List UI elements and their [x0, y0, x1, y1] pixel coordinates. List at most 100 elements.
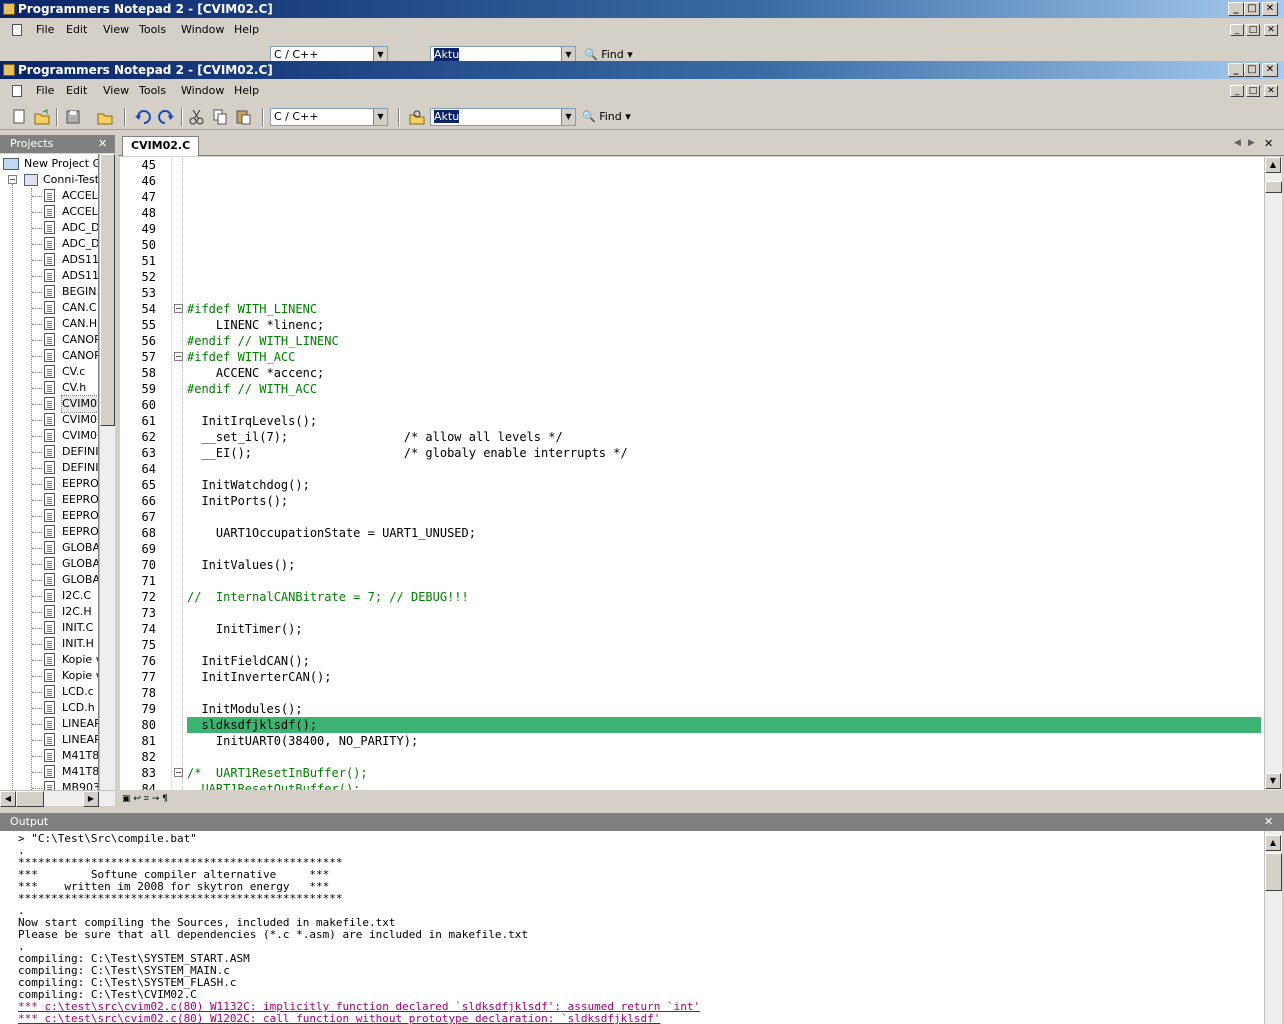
search-folder-icon[interactable]: [408, 108, 426, 126]
save-icon[interactable]: [64, 108, 82, 126]
tree-connector: [32, 484, 42, 485]
mdi-close[interactable]: ✕: [1264, 85, 1278, 97]
tree-connector: [32, 468, 42, 469]
mdi-restore[interactable]: □: [1246, 85, 1260, 97]
outer-menu-window[interactable]: Window: [177, 20, 228, 40]
output-scrollbar[interactable]: ▲: [1264, 831, 1282, 1024]
file-label: EEPROI: [62, 509, 99, 522]
minimize-button[interactable]: _: [1228, 63, 1244, 77]
line-number: 81: [141, 734, 156, 748]
menu-window[interactable]: Window: [177, 81, 228, 101]
tab-scroll-right-icon[interactable]: ▶: [1248, 138, 1255, 148]
outer-menu-edit[interactable]: Edit: [62, 20, 91, 40]
outer-scheme-combo[interactable]: C / C++ ▼: [270, 46, 388, 61]
scroll-up-icon[interactable]: ▲: [1265, 835, 1281, 851]
menu-tools[interactable]: Tools: [135, 81, 170, 101]
output-console[interactable]: > "C:\Test\Src\compile.bat". ************…: [0, 831, 1264, 1024]
maximize-button[interactable]: □: [1244, 63, 1260, 77]
file-label: ADS11x: [62, 269, 99, 282]
outer-mdi-close[interactable]: ✕: [1264, 24, 1278, 36]
document-icon: [12, 85, 22, 97]
code-line: InitInverterCAN();: [187, 670, 332, 684]
menu-help[interactable]: Help: [230, 81, 263, 101]
editor-scroll-thumb[interactable]: [1265, 181, 1282, 193]
line-number: 78: [141, 686, 156, 700]
tree-guide: [12, 184, 13, 790]
close-button[interactable]: ✕: [1262, 2, 1278, 16]
outer-mdi-minimize[interactable]: _: [1230, 24, 1244, 36]
file-label: EEPROI: [62, 477, 99, 490]
fold-toggle-icon[interactable]: −: [174, 768, 183, 777]
line-number: 63: [141, 446, 156, 460]
menu-file[interactable]: File: [32, 81, 58, 101]
line-number: 67: [141, 510, 156, 524]
projects-hscrollbar[interactable]: ◀ ▶: [0, 790, 115, 807]
outer-menu-view[interactable]: View: [99, 20, 133, 40]
scheme-combo[interactable]: C / C++ ▼: [270, 108, 388, 126]
separator: [398, 108, 400, 126]
file-label: EEPROI: [62, 525, 99, 538]
open-file-icon[interactable]: [33, 108, 51, 126]
find-button[interactable]: 🔍 Find ▾: [582, 110, 631, 123]
scroll-right-icon[interactable]: ▶: [83, 791, 99, 807]
outer-search-combo[interactable]: Aktu ▼: [430, 46, 576, 61]
output-scroll-thumb[interactable]: [1265, 853, 1282, 891]
scroll-up-icon[interactable]: ▲: [1265, 157, 1281, 173]
outer-find-button[interactable]: 🔍 Find ▾: [584, 48, 633, 61]
close-icon[interactable]: ✕: [98, 135, 107, 153]
editor-scrollbar[interactable]: ▲ ▼: [1264, 157, 1282, 790]
line-number: 73: [141, 606, 156, 620]
file-label: CAN.H: [62, 317, 98, 330]
tab-cvim02[interactable]: CVIM02.C: [122, 136, 200, 156]
close-icon[interactable]: ✕: [1264, 813, 1273, 831]
scroll-left-icon[interactable]: ◀: [0, 791, 16, 807]
line-number: 64: [141, 462, 156, 476]
menu-edit[interactable]: Edit: [62, 81, 91, 101]
projects-scroll-thumb[interactable]: [100, 154, 115, 426]
scroll-down-icon[interactable]: ▼: [1265, 773, 1281, 789]
outer-scheme-value: C / C++: [274, 48, 319, 61]
collapse-icon[interactable]: −: [8, 175, 17, 184]
open-folder-icon[interactable]: [96, 108, 114, 126]
line-number: 47: [141, 190, 156, 204]
mdi-minimize[interactable]: _: [1230, 85, 1244, 97]
copy-icon[interactable]: [211, 108, 229, 126]
outer-menu-file[interactable]: File: [32, 20, 58, 40]
find-label: Find: [599, 110, 622, 123]
fold-toggle-icon[interactable]: −: [174, 352, 183, 361]
tree-connector: [32, 340, 42, 341]
new-file-icon[interactable]: [10, 108, 28, 126]
cut-icon[interactable]: [188, 108, 206, 126]
close-button[interactable]: ✕: [1262, 63, 1278, 77]
search-combo[interactable]: Aktu ▼: [430, 108, 576, 126]
fold-toggle-icon[interactable]: −: [174, 304, 183, 313]
outer-menu-help[interactable]: Help: [230, 20, 263, 40]
projects-title: Projects: [10, 137, 54, 150]
file-icon: [44, 477, 55, 490]
projects-hscroll-thumb[interactable]: [16, 791, 44, 807]
close-tab-icon[interactable]: ✕: [1264, 137, 1273, 150]
tab-scroll-left-icon[interactable]: ◀: [1234, 138, 1241, 148]
code-line: #endif // WITH_LINENC: [187, 334, 339, 348]
maximize-button[interactable]: □: [1244, 2, 1260, 16]
separator: [124, 108, 126, 126]
view-mode-icons[interactable]: ▣ ↩ ⌗ → ¶: [122, 794, 168, 804]
redo-icon[interactable]: [157, 108, 175, 126]
file-icon: [44, 701, 55, 714]
code-editor[interactable]: 45 46 47 48 49 50 51 52 53 54− #ifdef WITH_LINENC 5…: [120, 157, 1264, 790]
menu-view[interactable]: View: [99, 81, 133, 101]
file-icon: [44, 717, 55, 730]
minimize-button[interactable]: _: [1228, 2, 1244, 16]
paste-icon[interactable]: [234, 108, 252, 126]
file-icon: [44, 733, 55, 746]
separator: [181, 108, 183, 126]
outer-mdi-restore[interactable]: □: [1246, 24, 1260, 36]
undo-icon[interactable]: [134, 108, 152, 126]
outer-menu-tools[interactable]: Tools: [135, 20, 170, 40]
projects-scrollbar[interactable]: [99, 154, 115, 790]
output-error-line[interactable]: *** c:\test\src\cvim02.c(80) W1202C: cal…: [18, 1013, 660, 1024]
file-icon: [44, 381, 55, 394]
file-label: ADS11x: [62, 253, 99, 266]
file-label: I2C.H: [62, 605, 92, 618]
file-icon: [44, 429, 55, 442]
